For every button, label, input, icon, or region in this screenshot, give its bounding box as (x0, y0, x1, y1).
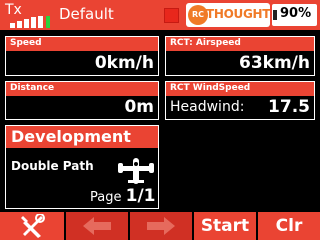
arrow-left-icon (83, 217, 111, 235)
development-title: Development (6, 126, 158, 148)
airplane-icon (118, 158, 154, 184)
battery-percent: 90% (280, 6, 312, 21)
windspeed-value: 17.5 (268, 97, 310, 117)
bottom-toolbar: Start Clr (0, 212, 320, 240)
speed-value: 0km/h (94, 53, 154, 73)
logo-rc-badge: RC (188, 5, 208, 25)
page-label: Page (90, 190, 122, 205)
speed-tile: Speed 0km/h (5, 36, 159, 76)
airspeed-value: 63km/h (239, 53, 310, 73)
previous-button[interactable] (66, 212, 128, 240)
logo-text: THOUGHTS (206, 7, 270, 21)
model-name[interactable]: Default (59, 5, 114, 23)
windspeed-label: Headwind: (170, 99, 245, 115)
battery-icon (273, 10, 277, 20)
top-status-bar: Tx Default RC THOUGHTS 90% (0, 0, 320, 30)
development-tile: Development Double Path Page 1/1 (5, 125, 159, 209)
airspeed-tile: RCT: Airspeed 63km/h (165, 36, 315, 76)
start-button[interactable]: Start (194, 212, 256, 240)
arrow-right-icon (147, 217, 175, 235)
airspeed-title: RCT: Airspeed (166, 37, 314, 51)
tools-button[interactable] (0, 212, 64, 240)
path-name: Double Path (11, 159, 94, 173)
windspeed-tile: RCT WindSpeed Headwind: 17.5 (165, 81, 315, 120)
distance-title: Distance (6, 82, 158, 96)
windspeed-title: RCT WindSpeed (166, 82, 314, 96)
clear-button[interactable]: Clr (258, 212, 320, 240)
status-indicator (164, 8, 179, 23)
battery-indicator: 90% (272, 4, 317, 26)
distance-value: 0m (124, 97, 154, 117)
speed-title: Speed (6, 37, 158, 51)
page-number: 1/1 (125, 186, 156, 206)
next-button[interactable] (130, 212, 192, 240)
distance-tile: Distance 0m (5, 81, 159, 120)
page-indicator: Page 1/1 (90, 186, 156, 206)
signal-strength-icon (10, 16, 50, 28)
wrench-screwdriver-icon (21, 214, 45, 238)
rc-thoughts-logo: RC THOUGHTS (186, 3, 270, 27)
